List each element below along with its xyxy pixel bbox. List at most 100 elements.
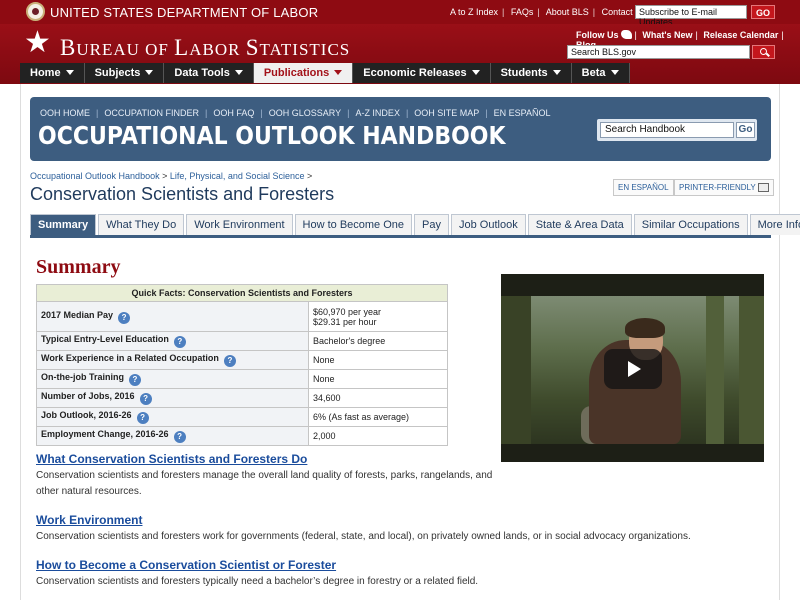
work-environment-link[interactable]: Work Environment (36, 513, 142, 527)
page-title: Conservation Scientists and Foresters (30, 184, 335, 204)
breadcrumb-ooh-link[interactable]: Occupational Outlook Handbook (30, 171, 160, 181)
quick-fact-label: Job Outlook, 2016-26 (41, 410, 132, 420)
quick-fact-value: 2,000 (308, 426, 448, 446)
ooh-link-faq[interactable]: OOH FAQ (213, 108, 254, 118)
dol-links: A to Z Index | FAQs | About BLS | Contact U… (450, 7, 647, 17)
quick-fact-label: Number of Jobs, 2016 (41, 391, 135, 401)
tab-pay[interactable]: Pay (414, 214, 449, 235)
quick-fact-value: 6% (As fast as average) (308, 407, 448, 427)
bls-title[interactable]: BUREAU OF LABOR STATISTICS (60, 35, 350, 61)
printer-friendly-button[interactable]: PRINTER-FRIENDLY (674, 179, 774, 196)
tab-more-info[interactable]: More Info (749, 214, 800, 235)
help-icon[interactable]: ? (223, 355, 236, 367)
table-row: Employment Change, 2016-26? 2,000 (36, 426, 448, 446)
quick-facts-header: Quick Facts: Conservation Scientists and… (36, 284, 448, 302)
quick-fact-value: None (308, 369, 448, 389)
quick-fact-value: $29.31 per hour (313, 316, 377, 327)
table-row: On-the-job Training? None (36, 369, 448, 389)
twitter-icon[interactable] (620, 30, 632, 39)
ooh-search-box: Search Handbook Go (597, 119, 757, 141)
quick-fact-label: Typical Entry-Level Education (41, 334, 169, 344)
help-icon[interactable]: ? (118, 311, 131, 324)
quick-fact-label: 2017 Median Pay (41, 309, 114, 320)
quick-fact-value: 34,600 (308, 388, 448, 408)
dol-link-about[interactable]: About BLS (546, 7, 589, 17)
ooh-link-site-map[interactable]: OOH SITE MAP (414, 108, 479, 118)
dol-title[interactable]: UNITED STATES DEPARTMENT OF LABOR (50, 5, 318, 20)
dol-link-faqs[interactable]: FAQs (511, 7, 534, 17)
bls-search-input[interactable]: Search BLS.gov (567, 45, 750, 59)
whats-new-link[interactable]: What's New (642, 30, 692, 40)
ooh-links: OOH HOME | OCCUPATION FINDER | OOH FAQ | OO… (40, 108, 551, 118)
video-person (625, 318, 665, 338)
nav-data-tools[interactable]: Data Tools (164, 63, 254, 83)
nav-economic-releases[interactable]: Economic Releases (353, 63, 491, 83)
main-nav: Home Subjects Data Tools Publications Ec… (20, 63, 630, 83)
search-icon[interactable] (752, 45, 775, 59)
what-they-do-summary: Conservation scientists and foresters ma… (36, 470, 493, 497)
ooh-header: OOH HOME | OCCUPATION FINDER | OOH FAQ | OO… (30, 97, 771, 161)
ooh-title[interactable]: OCCUPATIONAL OUTLOOK HANDBOOK (38, 121, 506, 150)
video-tree (739, 296, 764, 444)
nav-subjects[interactable]: Subjects (84, 63, 165, 83)
help-icon[interactable]: ? (129, 374, 141, 386)
quick-fact-label: Work Experience in a Related Occupation (41, 353, 219, 363)
bls-star-icon: ★ (24, 26, 51, 59)
tab-summary[interactable]: Summary (30, 214, 97, 235)
email-go-button[interactable]: GO (751, 5, 775, 19)
tab-underline (30, 235, 771, 238)
email-subscribe-input[interactable]: Subscribe to E-mail Updates (635, 5, 747, 27)
how-to-become-link[interactable]: How to Become a Conservation Scientist o… (36, 558, 336, 572)
en-espanol-button[interactable]: EN ESPAÑOL (613, 179, 674, 196)
tab-how-to-become-one[interactable]: How to Become One (294, 214, 413, 235)
follow-us-link[interactable]: Follow Us (576, 30, 619, 40)
ooh-link-en-espanol[interactable]: EN ESPAÑOL (494, 108, 551, 118)
help-icon[interactable]: ? (173, 336, 186, 348)
quick-fact-value: Bachelor's degree (308, 331, 448, 351)
occupation-tabs: Summary What They Do Work Environment Ho… (30, 214, 800, 235)
work-environment-summary: Conservation scientists and foresters wo… (36, 531, 691, 542)
chevron-down-icon (552, 70, 561, 75)
breadcrumb: Occupational Outlook Handbook > Life, Ph… (30, 171, 313, 181)
tab-what-they-do[interactable]: What They Do (98, 214, 185, 235)
ooh-link-glossary[interactable]: OOH GLOSSARY (269, 108, 341, 118)
how-to-become-summary: Conservation scientists and foresters ty… (36, 576, 479, 587)
ooh-link-a-z-index[interactable]: A-Z INDEX (355, 108, 400, 118)
breadcrumb-life-science-link[interactable]: Life, Physical, and Social Science (170, 171, 305, 181)
chevron-down-icon (145, 70, 154, 75)
chevron-down-icon (234, 70, 243, 75)
tab-work-environment[interactable]: Work Environment (186, 214, 293, 235)
chevron-down-icon (471, 70, 480, 75)
dol-bar: UNITED STATES DEPARTMENT OF LABOR A to Z… (0, 0, 800, 27)
table-row: Number of Jobs, 2016? 34,600 (36, 388, 448, 408)
tab-job-outlook[interactable]: Job Outlook (451, 214, 526, 235)
handbook-search-input[interactable]: Search Handbook (600, 122, 734, 138)
help-icon[interactable]: ? (136, 412, 149, 424)
chevron-down-icon (610, 70, 619, 75)
table-row: Work Experience in a Related Occupation?… (36, 350, 448, 370)
tab-similar-occupations[interactable]: Similar Occupations (633, 214, 748, 235)
video-tree (501, 296, 531, 444)
ooh-link-occupation-finder[interactable]: OCCUPATION FINDER (104, 108, 199, 118)
nav-beta[interactable]: Beta (571, 63, 630, 83)
release-calendar-link[interactable]: Release Calendar (703, 30, 778, 40)
dol-seal-icon[interactable] (26, 2, 45, 21)
quick-fact-value: $60,970 per year (313, 306, 382, 317)
dol-link-a-to-z[interactable]: A to Z Index (450, 7, 498, 17)
what-they-do-link[interactable]: What Conservation Scientists and Foreste… (36, 452, 307, 466)
video-tree (706, 296, 724, 444)
help-icon[interactable]: ? (173, 431, 186, 443)
occupation-video[interactable] (501, 274, 764, 462)
nav-publications[interactable]: Publications (253, 63, 354, 83)
play-icon[interactable] (604, 349, 662, 389)
nav-home[interactable]: Home (20, 63, 85, 83)
tab-state-area-data[interactable]: State & Area Data (527, 214, 632, 235)
ooh-link-home[interactable]: OOH HOME (40, 108, 90, 118)
table-row: Job Outlook, 2016-26? 6% (As fast as ave… (36, 407, 448, 427)
quick-facts-table: Quick Facts: Conservation Scientists and… (36, 284, 448, 446)
help-icon[interactable]: ? (139, 393, 152, 405)
handbook-search-go-button[interactable]: Go (736, 122, 755, 138)
quick-fact-label: On-the-job Training (41, 372, 124, 382)
nav-students[interactable]: Students (490, 63, 572, 83)
chevron-down-icon (65, 70, 74, 75)
